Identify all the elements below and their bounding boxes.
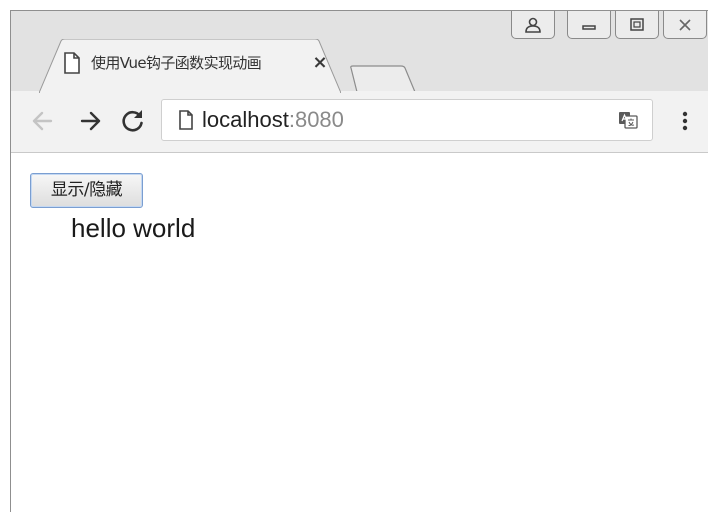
- page-icon: [179, 110, 193, 130]
- tab-title-fade: [275, 49, 309, 77]
- close-icon: [679, 18, 691, 31]
- more-vertical-icon[interactable]: [675, 107, 695, 135]
- restore-icon: [630, 17, 644, 31]
- window-controls: [511, 11, 707, 39]
- browser-window: 使用Vue钩子函数实现动画 × localhost:8080 显示/隐藏 hel…: [10, 10, 708, 513]
- url-host: localhost: [202, 107, 289, 132]
- translate-icon[interactable]: [618, 110, 638, 130]
- minimize-button[interactable]: [567, 11, 611, 39]
- page-content: 显示/隐藏 hello world: [11, 153, 708, 513]
- reload-button[interactable]: [119, 107, 147, 135]
- browser-toolbar: localhost:8080: [11, 91, 708, 153]
- tab-title: 使用Vue钩子函数实现动画: [91, 54, 262, 72]
- tab-close-icon[interactable]: ×: [311, 53, 329, 73]
- title-bar: 使用Vue钩子函数实现动画 ×: [11, 11, 708, 93]
- active-tab[interactable]: 使用Vue钩子函数实现动画 ×: [39, 39, 341, 93]
- page-icon: [61, 51, 83, 75]
- hello-text: hello world: [71, 213, 196, 243]
- close-window-button[interactable]: [663, 11, 707, 39]
- toggle-button[interactable]: 显示/隐藏: [30, 173, 143, 208]
- new-tab-button[interactable]: [349, 65, 417, 93]
- url-port: :8080: [288, 107, 344, 132]
- restore-button[interactable]: [615, 11, 659, 39]
- address-bar[interactable]: localhost:8080: [161, 99, 653, 141]
- url-text[interactable]: localhost:8080: [202, 107, 344, 133]
- profile-button[interactable]: [511, 11, 555, 39]
- person-icon: [525, 17, 541, 33]
- forward-button[interactable]: [77, 107, 105, 135]
- back-button[interactable]: [29, 107, 57, 135]
- minimize-icon: [582, 24, 596, 30]
